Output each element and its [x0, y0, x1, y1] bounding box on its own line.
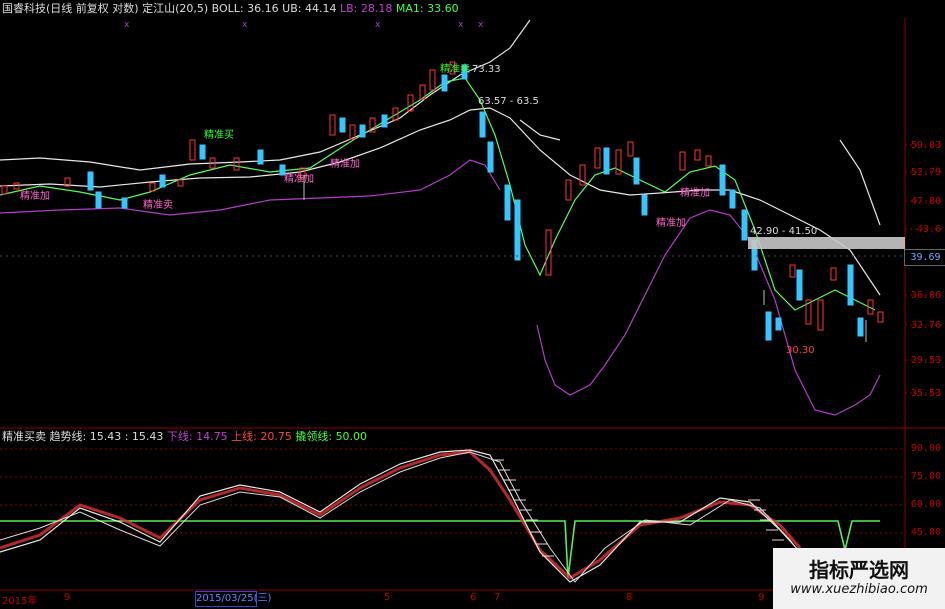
watermark: 指标严选网 www.xuezhibiao.com — [773, 548, 945, 609]
price-axis-2: 52.79 — [910, 167, 941, 178]
range-label-2: 42.90 - 41.50 — [750, 226, 818, 237]
time-tick-5: 8 — [626, 592, 633, 603]
svg-text:x: x — [478, 20, 484, 30]
time-tick-3: 6 — [470, 592, 477, 603]
top-markers: x x x x x — [124, 20, 484, 30]
price-axis-4: 43.6 — [916, 224, 941, 235]
signal-add-2: 精准加 — [284, 174, 314, 185]
boll-upper-right — [839, 139, 881, 226]
candle-down — [87, 64, 864, 341]
signal-buy-1: 精准买 — [204, 130, 234, 141]
svg-text:x: x — [124, 20, 130, 30]
range-label-1: 63.57 - 63.5 — [478, 96, 539, 107]
time-tick-2: 5 — [384, 592, 391, 603]
trend-line — [0, 449, 801, 583]
price-axis-3: 47.80 — [910, 196, 941, 207]
price-axis-9: 35.53 — [910, 388, 941, 399]
osc-axis-3: 60.00 — [910, 499, 941, 510]
signal-add-5: 精准加 — [680, 188, 710, 199]
cursor-date: 2015/03/25(三) — [195, 591, 271, 607]
boll-upper-right2 — [519, 119, 561, 141]
range-highlight — [748, 237, 905, 249]
high-value-label: 73.33 — [472, 64, 501, 75]
svg-text:x: x — [375, 20, 381, 30]
grid-lines — [0, 18, 945, 591]
signal-add-4: 精准加 — [656, 218, 686, 229]
watermark-url: www.xuezhibiao.com — [790, 582, 928, 597]
price-axis-7: 32.76 — [910, 320, 941, 331]
price-axis-1: 59.03 — [910, 140, 941, 151]
time-axis-start: 2015年 — [2, 596, 38, 607]
osc-axis-4: 45.00 — [910, 527, 941, 538]
boll-upper-line — [0, 19, 531, 171]
time-tick-6: 9 — [758, 592, 765, 603]
signal-add-3: 精准加 — [330, 159, 360, 170]
candle-wicks — [303, 175, 867, 342]
price-axis-8: 29.53 — [910, 355, 941, 366]
lead-line — [0, 520, 880, 579]
osc-axis-1: 90.00 — [910, 443, 941, 454]
time-tick-4: 7 — [494, 592, 501, 603]
watermark-title: 指标严选网 — [809, 558, 909, 582]
signal-add-1: 精准加 — [20, 191, 50, 202]
low-value-label: 30.30 — [786, 345, 815, 356]
svg-text:x: x — [242, 20, 248, 30]
price-axis-6: 36.06 — [910, 290, 941, 301]
signal-sell-1: 精准卖 — [143, 200, 173, 211]
signal-top: 精准卖 — [440, 64, 470, 75]
price-chart[interactable]: x x x x x — [0, 0, 945, 609]
svg-text:x: x — [458, 20, 464, 30]
upper-band — [0, 450, 802, 580]
current-price-tag: 39.69 — [904, 249, 945, 266]
boll-mid-line — [0, 107, 881, 296]
candles — [1, 61, 884, 342]
osc-axis-2: 75.00 — [910, 471, 941, 482]
time-tick-1: 9 — [64, 592, 71, 603]
